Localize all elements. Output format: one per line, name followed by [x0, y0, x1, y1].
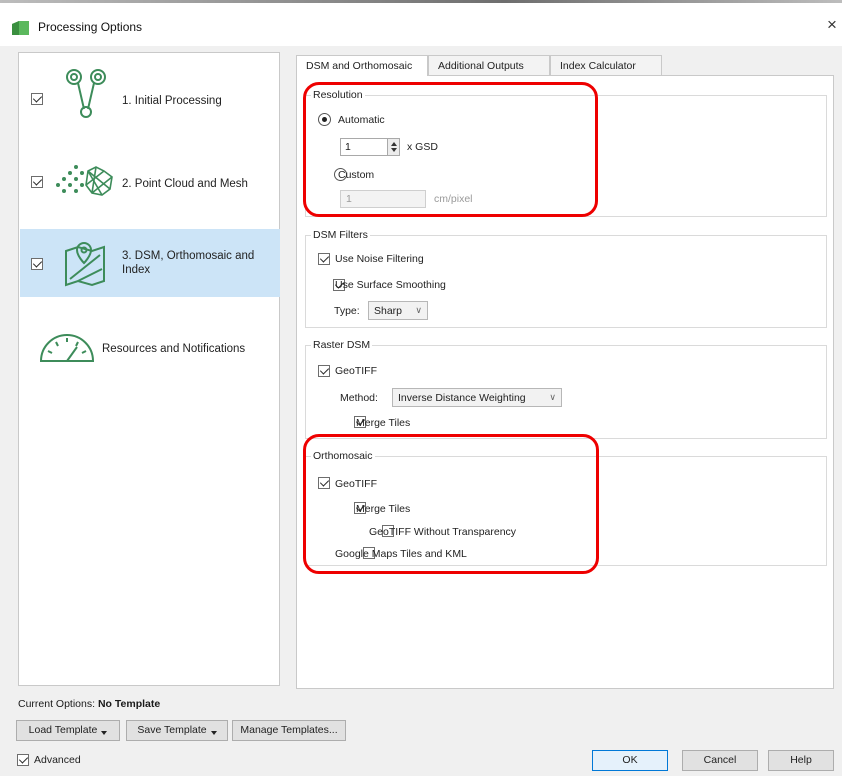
google-maps-label: Google Maps Tiles and KML — [335, 548, 467, 560]
load-template-button[interactable]: Load Template — [16, 720, 120, 741]
step-point-cloud[interactable]: 2. Point Cloud and Mesh — [20, 149, 280, 217]
surface-smoothing-label: Use Surface Smoothing — [335, 279, 446, 291]
step-2-label: 2. Point Cloud and Mesh — [122, 178, 248, 190]
step-1-checkbox[interactable] — [31, 93, 43, 105]
automatic-label: Automatic — [338, 114, 385, 126]
gsd-value: 1 — [345, 141, 351, 153]
current-options-label: Current Options: — [18, 698, 96, 710]
load-template-label: Load Template — [28, 724, 98, 736]
app-logo-icon — [12, 21, 29, 35]
window-title: Processing Options — [38, 20, 143, 34]
current-options-value: No Template — [97, 698, 161, 710]
raster-dsm-title: Raster DSM — [311, 339, 373, 351]
chevron-down-icon: ∨ — [415, 305, 422, 315]
close-icon[interactable]: × — [827, 15, 837, 35]
raster-dsm-group: Raster DSM GeoTIFF Method: Inverse Dista… — [305, 339, 827, 439]
advanced-checkbox[interactable] — [17, 754, 29, 766]
raster-geotiff-checkbox[interactable] — [318, 365, 330, 377]
automatic-radio[interactable] — [318, 113, 331, 126]
map-icon — [65, 241, 105, 287]
current-options: Current Options: No Template — [18, 698, 160, 710]
dsm-filters-title: DSM Filters — [311, 229, 370, 241]
step-dsm-orthomosaic[interactable]: 3. DSM, Orthomosaic and Index — [20, 229, 280, 297]
gauge-icon — [39, 334, 95, 362]
method-label: Method: — [340, 392, 378, 404]
tab-content: Resolution Automatic 1 x GSD Custom 1 cm… — [296, 75, 834, 689]
gsd-stepper[interactable]: 1 — [340, 138, 400, 156]
step-3-label-line-1: 3. DSM, Orthomosaic and — [122, 250, 255, 262]
smoothing-type-label: Type: — [334, 305, 360, 317]
orthomosaic-group: Orthomosaic GeoTIFF Merge Tiles GeoTIFF … — [305, 450, 827, 566]
ok-button[interactable]: OK — [592, 750, 668, 771]
save-template-button[interactable]: Save Template — [126, 720, 228, 741]
ortho-merge-tiles-label: Merge Tiles — [356, 503, 411, 515]
cancel-button[interactable]: Cancel — [682, 750, 758, 771]
step-2-checkbox[interactable] — [31, 176, 43, 188]
custom-resolution-input[interactable]: 1 — [340, 190, 426, 208]
tab-index-calculator[interactable]: Index Calculator — [550, 55, 662, 75]
steps-panel: 1. Initial Processing 2. Point Cloud and… — [18, 52, 280, 686]
resolution-title: Resolution — [311, 89, 365, 101]
tabs-area: DSM and Orthomosaic Additional Outputs I… — [296, 55, 834, 689]
point-cloud-icon — [56, 165, 113, 196]
window-top-edge — [0, 0, 842, 3]
advanced-label: Advanced — [34, 754, 81, 766]
ortho-geotiff-label: GeoTIFF — [335, 478, 378, 490]
noise-filtering-label: Use Noise Filtering — [335, 253, 424, 265]
step-1-label: 1. Initial Processing — [122, 95, 222, 107]
ortho-geotiff-checkbox[interactable] — [318, 477, 330, 489]
help-button[interactable]: Help — [768, 750, 834, 771]
custom-label: Custom — [338, 169, 375, 181]
initial-processing-icon — [66, 69, 106, 118]
no-transparency-label: GeoTIFF Without Transparency — [369, 526, 517, 538]
chevron-down-icon: ∨ — [549, 392, 556, 402]
smoothing-type-select[interactable]: Sharp ∨ — [368, 301, 428, 320]
noise-filtering-checkbox[interactable] — [318, 253, 330, 265]
step-3-label: 3. DSM, Orthomosaic and Index — [122, 249, 254, 277]
dsm-filters-group: DSM Filters Use Noise Filtering Use Surf… — [305, 229, 827, 328]
tab-additional-outputs[interactable]: Additional Outputs — [428, 55, 550, 75]
resolution-group: Resolution Automatic 1 x GSD Custom 1 cm… — [305, 89, 827, 217]
step-3-label-line-2: Index — [122, 264, 151, 276]
method-select[interactable]: Inverse Distance Weighting ∨ — [392, 388, 562, 407]
step-initial-processing[interactable]: 1. Initial Processing — [20, 65, 280, 133]
step-3-checkbox[interactable] — [31, 258, 43, 270]
step-4-label: Resources and Notifications — [102, 343, 246, 355]
dropdown-arrow-icon — [101, 731, 108, 736]
raster-merge-tiles-label: Merge Tiles — [356, 417, 411, 429]
stepper-arrows-icon[interactable] — [387, 139, 399, 155]
smoothing-type-value: Sharp — [374, 305, 403, 317]
step-resources-notifications[interactable]: Resources and Notifications — [20, 315, 280, 383]
manage-templates-button[interactable]: Manage Templates... — [232, 720, 346, 741]
custom-unit: cm/pixel — [434, 193, 473, 205]
method-value: Inverse Distance Weighting — [398, 392, 526, 404]
save-template-label: Save Template — [137, 724, 207, 736]
raster-geotiff-label: GeoTIFF — [335, 365, 378, 377]
dropdown-arrow-icon — [210, 731, 217, 736]
tab-dsm-orthomosaic[interactable]: DSM and Orthomosaic — [296, 55, 428, 76]
orthomosaic-title: Orthomosaic — [311, 450, 375, 462]
gsd-unit: x GSD — [407, 141, 438, 153]
